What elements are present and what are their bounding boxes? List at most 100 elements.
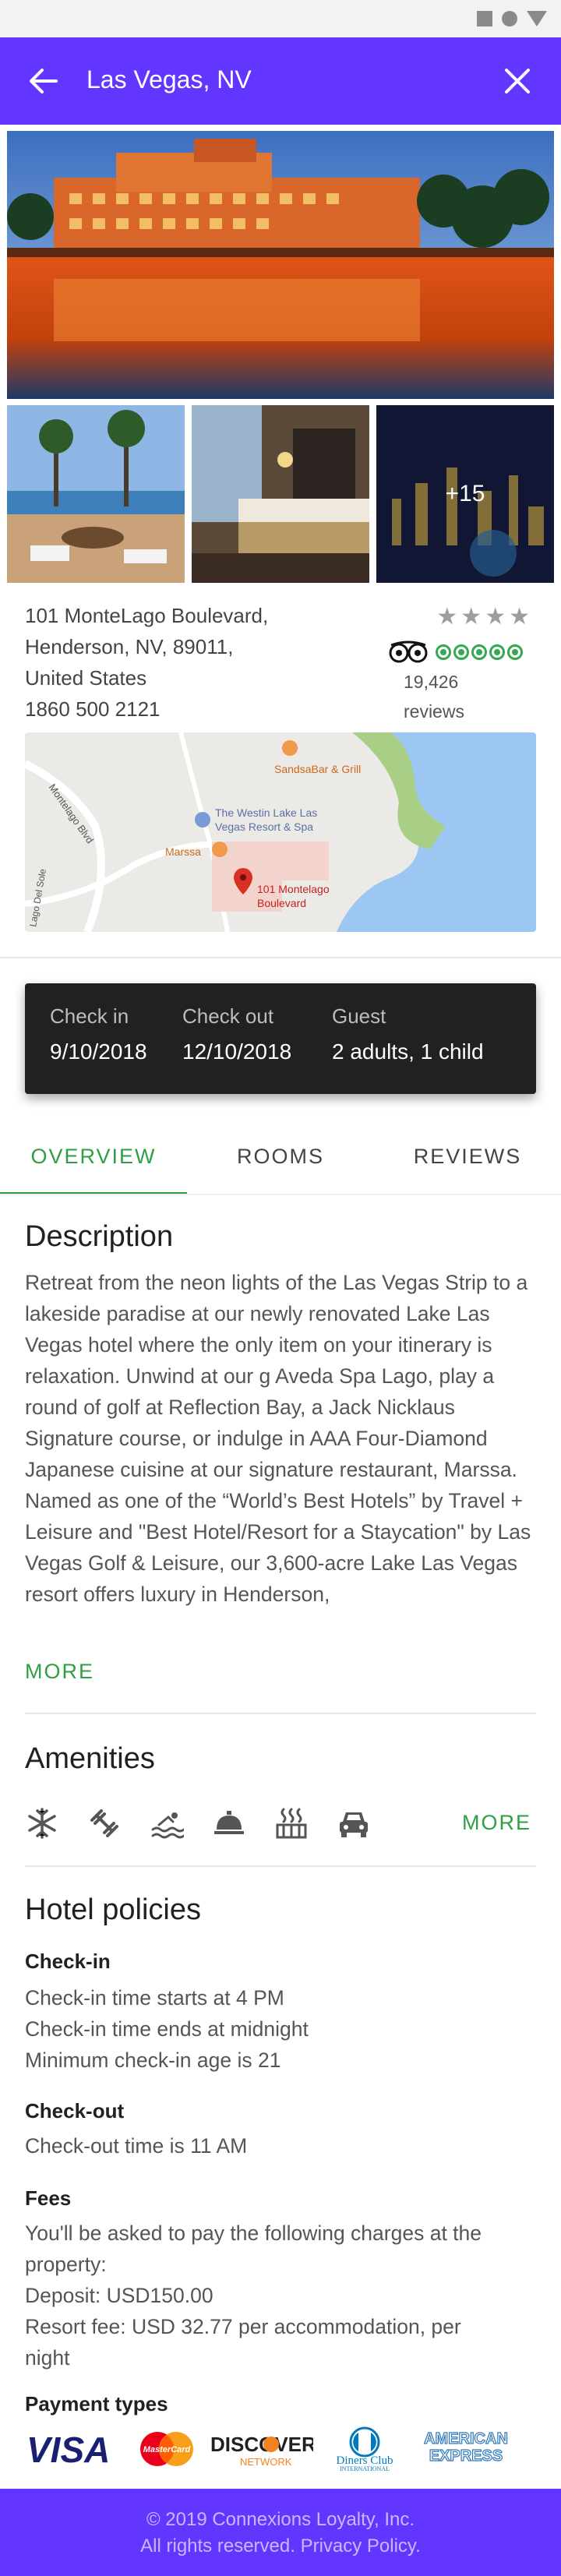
map-pin-label-line2: Boulevard [257,897,306,909]
hotel-policies-heading: Hotel policies [25,1893,201,1926]
star-rating: ★★★★ [436,603,533,630]
review-count-value: 19,426 [404,672,459,692]
rating-bubble-icon [436,644,451,660]
tripadvisor-bubbles [433,644,523,660]
amenities-heading: Amenities [25,1742,155,1775]
room-service-icon [214,1811,244,1834]
section-divider [25,1713,536,1714]
hotel-phone[interactable]: 1860 500 2121 [25,693,268,725]
american-express-logo: AMERICAN EXPRESS [424,2430,509,2465]
description-text: Retreat from the neon lights of the Las … [25,1271,531,1606]
discover-logo: DISCOVER NETWORK [210,2433,313,2468]
visa-logo: VISA [26,2430,110,2470]
footer: © 2019 Connexions Loyalty, Inc. All righ… [0,2489,561,2576]
map-poi-marssa: Marssa [165,845,201,858]
star-icon: ★ [485,604,510,630]
amenities-more-link[interactable]: MORE [462,1811,531,1835]
svg-text:AMERICAN: AMERICAN [424,2430,508,2447]
hotel-hero-photo[interactable] [7,131,554,399]
tripadvisor-owl-icon [389,640,428,663]
square-icon [477,11,492,26]
check-out-field[interactable]: Check out 12/10/2018 [182,1002,291,1066]
guest-label: Guest [332,1004,386,1028]
reviews-label: reviews [404,701,464,722]
check-out-policy-text: Check-out time is 11 AM [25,2130,547,2161]
guest-value: 2 adults, 1 child [332,1039,484,1064]
triangle-icon [527,11,547,26]
policy-line: Check-out time is 11 AM [25,2134,248,2158]
section-divider [25,1865,536,1867]
policy-line: Resort fee: USD 32.77 per accommodation,… [25,2315,461,2338]
policy-line: Deposit: USD150.00 [25,2284,213,2307]
svg-text:VISA: VISA [26,2430,110,2470]
footer-copyright: © 2019 Connexions Loyalty, Inc. [146,2509,415,2530]
policy-line: Check-in time ends at midnight [25,2017,309,2041]
footer-privacy-link[interactable]: All rights reserved. Privacy Policy. [0,2534,561,2559]
tab-reviews[interactable]: REVIEWS [374,1134,561,1195]
svg-text:DISCOVER: DISCOVER [210,2433,313,2456]
map-poi-westin: The Westin Lake Las [215,806,317,819]
rating-bubble-icon [471,644,487,660]
car-icon [340,1812,368,1837]
fees-policy-heading: Fees [25,2186,72,2210]
check-in-field[interactable]: Check in 9/10/2018 [50,1002,147,1066]
snowflake-icon [28,1808,56,1839]
rating-bubble-icon [507,644,523,660]
gallery-thumb-more[interactable]: +15 [376,405,554,583]
policy-line: You'll be asked to pay the following cha… [25,2221,482,2245]
spa-icon [276,1808,307,1839]
payment-types-heading: Payment types [25,2392,168,2415]
fees-policy-text: You'll be asked to pay the following cha… [25,2218,547,2373]
review-count[interactable]: 19,426 reviews [404,667,464,726]
section-divider [0,957,561,958]
address-line: 101 MonteLago Boulevard, [25,604,269,627]
check-out-policy-heading: Check-out [25,2099,125,2123]
hotel-address: 101 MonteLago Boulevard, Henderson, NV, … [25,600,268,725]
gallery-more-count: +15 [445,481,485,506]
description-more-link[interactable]: MORE [25,1660,94,1684]
status-bar [0,0,561,37]
svg-text:INTERNATIONAL: INTERNATIONAL [340,2465,390,2472]
svg-text:NETWORK: NETWORK [240,2456,292,2468]
policy-line: Check-in time starts at 4 PM [25,1986,284,2010]
tab-rooms[interactable]: ROOMS [187,1134,374,1195]
rating-bubble-icon [489,644,505,660]
close-icon[interactable] [502,65,533,97]
check-out-value: 12/10/2018 [182,1039,292,1064]
diners-club-logo: Diners Club INTERNATIONAL [337,2426,393,2472]
tab-overview[interactable]: OVERVIEW [0,1134,187,1195]
gallery-thumb-room[interactable] [192,405,369,583]
address-line: United States [25,666,147,690]
tab-bar: OVERVIEW ROOMS REVIEWS [0,1134,561,1195]
description-heading: Description [25,1220,174,1253]
check-in-value: 9/10/2018 [50,1039,147,1064]
page-title: Las Vegas, NV [86,65,252,94]
circle-icon [502,11,517,26]
policy-line: property: [25,2253,107,2276]
check-in-policy-text: Check-in time starts at 4 PM Check-in ti… [25,1982,547,2076]
check-out-label: Check out [182,1004,274,1028]
fitness-icon [90,1809,118,1837]
location-map[interactable]: SandsaBar & Grill The Westin Lake Las Ve… [25,732,536,932]
check-in-label: Check in [50,1004,129,1028]
gallery-thumb-pool[interactable] [7,405,185,583]
tripadvisor-rating [388,640,523,664]
arrow-left-icon[interactable] [28,67,59,95]
address-line: Henderson, NV, 89011, [25,635,234,658]
star-icon: ★ [509,604,533,630]
policy-line: Minimum check-in age is 21 [25,2048,281,2072]
guest-field[interactable]: Guest 2 adults, 1 child [332,1002,484,1066]
tab-divider [0,1194,561,1195]
map-pin-label: 101 Montelago [257,883,330,895]
check-in-policy-heading: Check-in [25,1950,111,1973]
pool-icon [151,1812,184,1839]
star-icon: ★ [460,604,485,630]
booking-summary-card[interactable]: Check in 9/10/2018 Check out 12/10/2018 … [25,983,536,1094]
policy-line: night [25,2346,70,2370]
rating-bubble-icon [453,644,469,660]
svg-text:EXPRESS: EXPRESS [429,2447,503,2465]
mastercard-logo: MasterCard [140,2432,193,2466]
star-icon: ★ [436,604,461,630]
svg-text:MasterCard: MasterCard [143,2445,191,2454]
app-bar: Las Vegas, NV [0,37,561,125]
